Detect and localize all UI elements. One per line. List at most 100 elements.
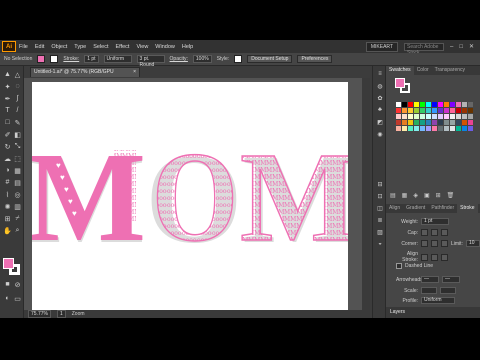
swatch-cell[interactable]	[444, 108, 449, 113]
zoom-level-field[interactable]: 75.77%	[28, 310, 51, 318]
draw-mode-icon[interactable]: ◐	[3, 294, 12, 303]
swatch-cell[interactable]	[444, 114, 449, 119]
swatch-cell[interactable]	[408, 126, 413, 131]
color-guide-icon[interactable]: ◍	[376, 82, 384, 90]
swatch-cell[interactable]	[438, 102, 443, 107]
curvature-tool-icon[interactable]: ∫	[13, 94, 22, 103]
swatch-cell[interactable]	[408, 102, 413, 107]
rotate-tool-icon[interactable]: ↻	[3, 142, 12, 151]
swatch-cell[interactable]	[450, 108, 455, 113]
fill-stroke-widget[interactable]	[3, 258, 21, 276]
swatch-cell[interactable]	[462, 108, 467, 113]
canvas-area[interactable]: MMMMM ooooo MOM M O M ♥	[24, 78, 370, 310]
swatch-cell[interactable]	[420, 108, 425, 113]
align-outside-button[interactable]	[441, 253, 448, 261]
swatch-cell[interactable]	[408, 108, 413, 113]
swatch-cell[interactable]	[426, 102, 431, 107]
screen-mode-icon[interactable]: ▭	[13, 294, 22, 303]
swatch-cell[interactable]	[402, 120, 407, 125]
swatch-cell[interactable]	[402, 126, 407, 131]
direct-selection-tool-icon[interactable]: △	[13, 70, 22, 79]
gradient-tool-icon[interactable]: ▤	[13, 178, 22, 187]
swatch-cell[interactable]	[468, 108, 473, 113]
free-transform-icon[interactable]: ⬚	[13, 154, 22, 163]
menu-view[interactable]: View	[136, 44, 148, 50]
swatch-cell[interactable]	[468, 126, 473, 131]
hand-tool-icon[interactable]: ✋	[3, 226, 12, 235]
menu-object[interactable]: Object	[51, 44, 67, 50]
fill-indicator[interactable]	[3, 258, 14, 269]
swatch-cell[interactable]	[462, 120, 467, 125]
tab-transparency[interactable]: Transparency	[432, 66, 468, 75]
shape-builder-icon[interactable]: ◑	[3, 166, 12, 175]
swatch-cell[interactable]	[468, 102, 473, 107]
swatch-cell[interactable]	[468, 120, 473, 125]
menu-window[interactable]: Window	[155, 44, 175, 50]
slice-tool-icon[interactable]: ⌿	[13, 214, 22, 223]
align-icon[interactable]: ⊟	[376, 180, 384, 188]
arrow-start-select[interactable]: —	[421, 276, 439, 283]
swatch-cell[interactable]	[456, 120, 461, 125]
swatch-cell[interactable]	[402, 102, 407, 107]
panel-fill-indicator[interactable]	[395, 78, 405, 88]
align-inside-button[interactable]	[431, 253, 438, 261]
swatch-cell[interactable]	[456, 126, 461, 131]
type-tool-icon[interactable]: T	[3, 106, 12, 115]
brush-select[interactable]: 3 pt. Round	[136, 55, 165, 68]
swatch-cell[interactable]	[408, 114, 413, 119]
swatch-cell[interactable]	[450, 102, 455, 107]
artboard-number-field[interactable]: 1	[56, 310, 66, 318]
swatch-cell[interactable]	[444, 102, 449, 107]
swatch-cell[interactable]	[426, 120, 431, 125]
properties-icon[interactable]: ≡	[376, 70, 384, 78]
symbol-sprayer-icon[interactable]: ✺	[3, 202, 12, 211]
swatch-cell[interactable]	[426, 108, 431, 113]
profile-select[interactable]: Uniform	[421, 297, 455, 304]
limit-field[interactable]: 10	[465, 240, 480, 247]
swatch-cell[interactable]	[420, 102, 425, 107]
stroke-profile-select[interactable]: Uniform	[103, 55, 132, 63]
swatch-kind-icon[interactable]: ▦	[402, 192, 408, 200]
blend-tool-icon[interactable]: ◎	[13, 190, 22, 199]
swatch-cell[interactable]	[408, 120, 413, 125]
swatch-cell[interactable]	[426, 126, 431, 131]
graphic-styles-icon[interactable]: ◩	[376, 118, 384, 126]
opacity-label[interactable]: Opacity:	[170, 56, 188, 62]
swatch-cell[interactable]	[456, 108, 461, 113]
menu-edit[interactable]: Edit	[35, 44, 44, 50]
swatch-cell[interactable]	[450, 126, 455, 131]
swatch-cell[interactable]	[462, 102, 467, 107]
style-swatch[interactable]	[234, 55, 243, 63]
transform-icon[interactable]: ⊡	[376, 192, 384, 200]
menu-select[interactable]: Select	[93, 44, 108, 50]
none-mode-icon[interactable]: ⊘	[13, 280, 22, 289]
layers-tab[interactable]: Layers	[386, 307, 480, 318]
swatch-cell[interactable]	[462, 114, 467, 119]
scale-tool-icon[interactable]: ⤡	[13, 142, 22, 151]
swatch-cell[interactable]	[420, 114, 425, 119]
swatch-cell[interactable]	[426, 114, 431, 119]
appearance-icon[interactable]: ◉	[376, 130, 384, 138]
swatch-cell[interactable]	[438, 120, 443, 125]
color-mode-icon[interactable]: ■	[3, 280, 12, 289]
swatch-cell[interactable]	[432, 102, 437, 107]
swatch-cell[interactable]	[396, 108, 401, 113]
menu-file[interactable]: File	[19, 44, 28, 50]
document-setup-button[interactable]: Document Setup	[247, 55, 293, 63]
swatch-cell[interactable]	[444, 120, 449, 125]
swatch-cell[interactable]	[414, 120, 419, 125]
eraser-icon[interactable]: ◧	[13, 130, 22, 139]
align-center-button[interactable]	[421, 253, 428, 261]
zoom-tool-icon[interactable]: ⌕	[13, 226, 22, 235]
butt-cap-button[interactable]	[421, 229, 428, 236]
swatch-cell[interactable]	[450, 114, 455, 119]
shaper-tool-icon[interactable]: ✐	[3, 130, 12, 139]
stroke-icon[interactable]: ≣	[376, 216, 384, 224]
swatch-library-icon[interactable]: ▤	[390, 192, 396, 200]
swatch-cell[interactable]	[420, 126, 425, 131]
rectangle-tool-icon[interactable]: □	[3, 118, 12, 127]
stroke-label[interactable]: Stroke:	[63, 56, 79, 62]
miter-join-button[interactable]	[421, 240, 428, 247]
tab-swatches[interactable]: Swatches	[386, 66, 414, 75]
swatch-cell[interactable]	[438, 126, 443, 131]
